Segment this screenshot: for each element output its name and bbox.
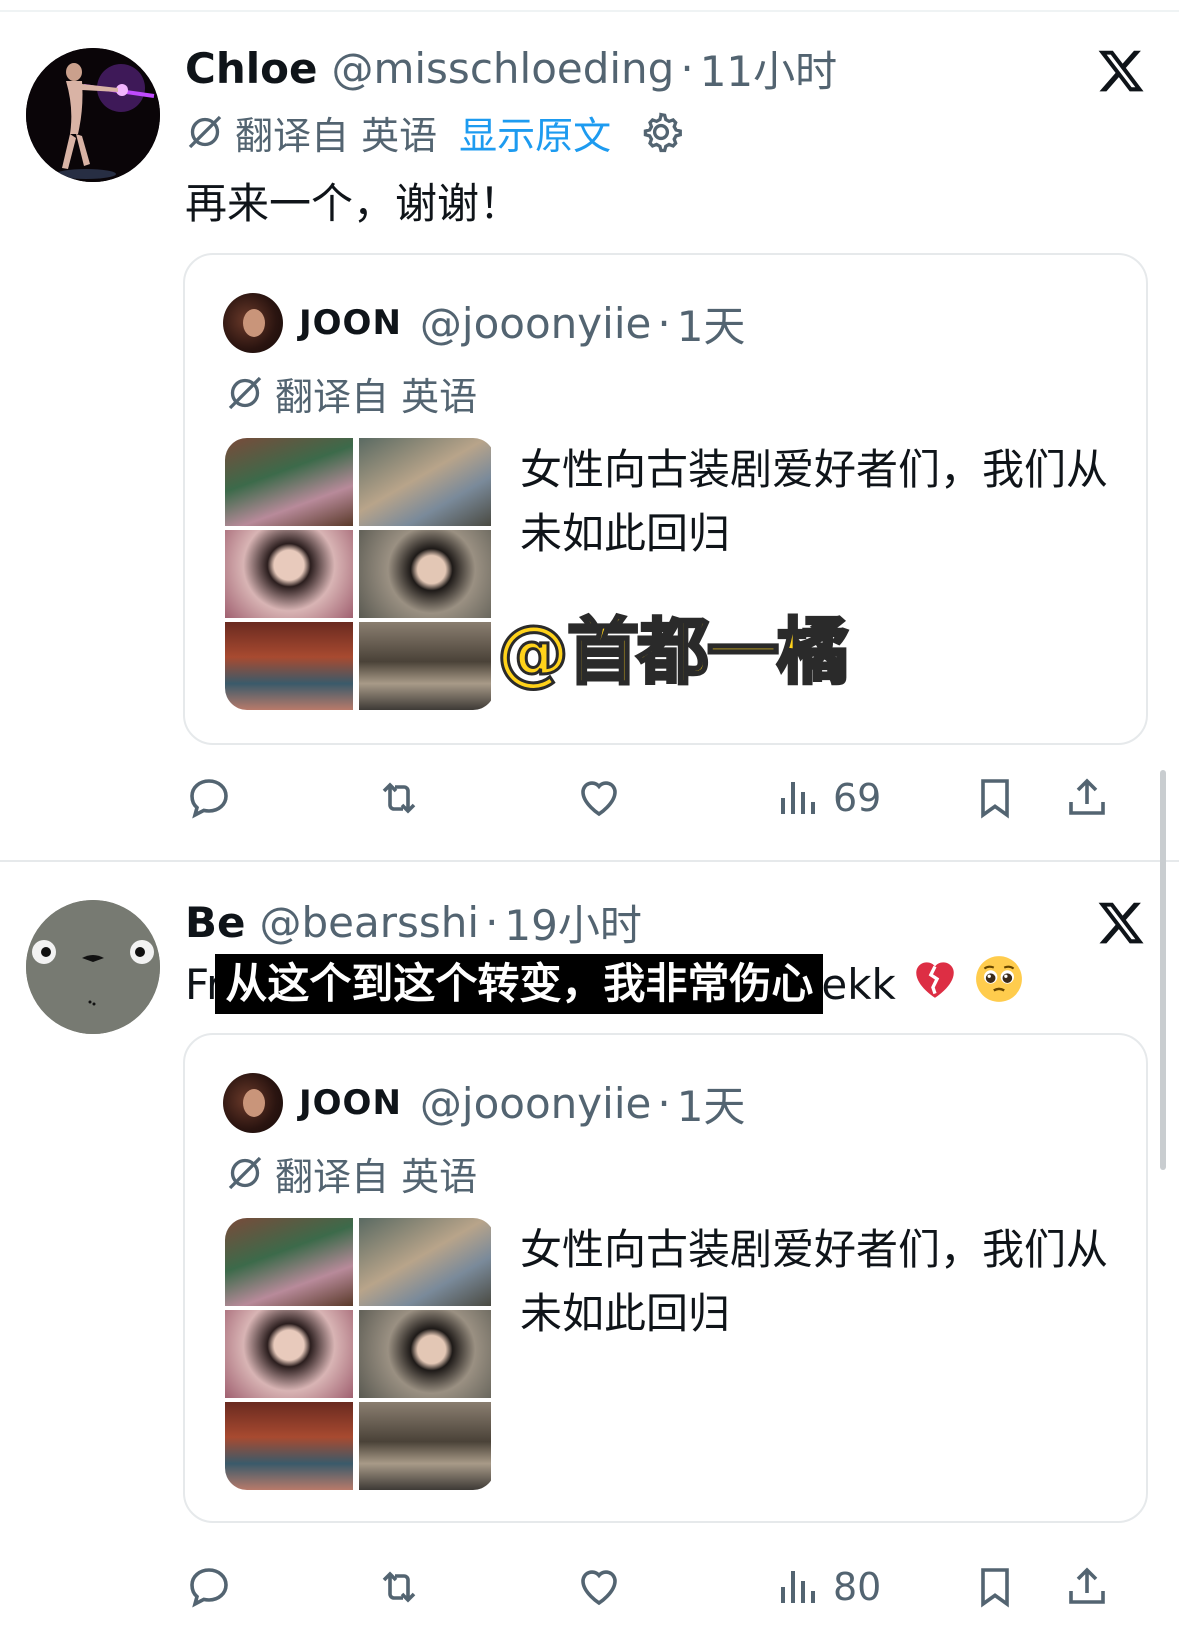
share-button[interactable]	[1063, 1559, 1111, 1615]
quoted-translation-info: 翻译自 英语	[225, 1145, 477, 1201]
tweet-header: Chloe @misschloeding · 11小时	[185, 38, 837, 98]
views-button[interactable]: 80	[773, 1559, 881, 1615]
timestamp[interactable]: 19小时	[504, 892, 641, 953]
quoted-author-name[interactable]: JOON	[299, 1083, 402, 1123]
subtitle-overlay: 从这个到这个转变，我非常伤心	[215, 954, 824, 1014]
avatar[interactable]	[26, 900, 160, 1034]
quoted-tweet[interactable]: JOON @jooonyiie · 1天 翻译自 英语 女性向古装剧爱好者们，我…	[183, 253, 1148, 745]
avatar[interactable]	[26, 48, 160, 182]
retweet-icon	[382, 1571, 416, 1603]
x-logo-icon	[1098, 50, 1144, 92]
quoted-author-handle[interactable]: @jooonyiie	[420, 299, 651, 348]
quoted-tweet-text: 女性向古装剧爱好者们，我们从未如此回归	[520, 445, 1109, 558]
tweet-header: Be @bearsshi · 19小时	[185, 892, 642, 952]
translated-from-label: 翻译自 英语	[275, 1154, 478, 1199]
action-bar: 80	[185, 1559, 1145, 1615]
quoted-timestamp[interactable]: 1天	[677, 1073, 746, 1134]
views-icon	[781, 1571, 815, 1603]
views-button[interactable]: 69	[773, 770, 881, 826]
quoted-avatar[interactable]	[223, 1073, 283, 1133]
action-bar: 69	[185, 770, 1145, 826]
quoted-avatar[interactable]	[223, 293, 283, 353]
quoted-tweet-text: 女性向古装剧爱好者们，我们从未如此回归	[520, 1225, 1109, 1338]
author-name[interactable]: Chloe	[185, 44, 317, 93]
share-icon	[1069, 778, 1105, 815]
retweet-button[interactable]	[375, 770, 423, 826]
broken-heart-emoji	[910, 954, 960, 1014]
tweet-text: Fr 从这个到这个转变，我非常伤心 ekk	[185, 954, 1024, 1014]
quoted-tweet-header: JOON @jooonyiie · 1天	[223, 293, 745, 353]
quoted-author-name[interactable]: JOON	[299, 303, 402, 343]
quoted-media-image[interactable]	[225, 1218, 495, 1490]
author-handle[interactable]: @bearsshi	[260, 898, 480, 947]
translate-icon	[228, 376, 262, 410]
author-name[interactable]: Be	[185, 898, 246, 947]
reply-button[interactable]	[185, 770, 233, 826]
watermark-tag: @首都一橘	[495, 609, 850, 696]
translation-info: 翻译自 英语 显示原文	[185, 104, 683, 160]
quoted-tweet-header: JOON @jooonyiie · 1天	[223, 1073, 745, 1133]
scrollbar[interactable]	[1160, 770, 1166, 1170]
quoted-translation-info: 翻译自 英语	[225, 365, 477, 421]
retweet-button[interactable]	[375, 1559, 423, 1615]
reply-icon	[190, 1568, 228, 1608]
like-button[interactable]	[575, 770, 623, 826]
translate-icon	[228, 1156, 262, 1190]
show-original-link[interactable]: 显示原文	[459, 105, 611, 160]
views-icon	[781, 782, 815, 814]
separator-dot: ·	[657, 1078, 671, 1128]
translate-icon	[188, 115, 222, 149]
quoted-media-image[interactable]	[225, 438, 495, 710]
like-button[interactable]	[575, 1559, 623, 1615]
tweet-text: 再来一个，谢谢！	[185, 179, 522, 228]
bookmark-button[interactable]	[971, 1559, 1019, 1615]
quoted-tweet[interactable]: JOON @jooonyiie · 1天 翻译自 英语 女性向古装剧爱好者们，我…	[183, 1033, 1148, 1523]
timestamp[interactable]: 11小时	[700, 38, 837, 99]
separator-dot: ·	[680, 43, 694, 93]
share-icon	[1069, 1567, 1105, 1604]
separator-dot: ·	[657, 298, 671, 348]
bookmark-icon	[981, 1568, 1009, 1608]
tweet-item[interactable]: Chloe @misschloeding · 11小时 翻译自 英语 显示原文 …	[0, 0, 1179, 860]
quoted-timestamp[interactable]: 1天	[677, 293, 746, 354]
pleading-face-emoji	[974, 954, 1024, 1014]
gear-icon[interactable]	[639, 110, 683, 154]
translated-from-label: 翻译自 英语	[275, 374, 478, 419]
author-handle[interactable]: @misschloeding	[331, 44, 674, 93]
quoted-author-handle[interactable]: @jooonyiie	[420, 1079, 651, 1128]
heart-icon	[581, 781, 617, 817]
retweet-icon	[382, 782, 416, 814]
bookmark-icon	[981, 779, 1009, 819]
translated-from-label: 翻译自 英语	[235, 113, 438, 158]
x-logo-icon	[1098, 902, 1144, 944]
share-button[interactable]	[1063, 770, 1111, 826]
reply-button[interactable]	[185, 1559, 233, 1615]
reply-icon	[190, 779, 228, 819]
views-count: 80	[833, 1565, 882, 1609]
heart-icon	[581, 1570, 617, 1606]
bookmark-button[interactable]	[971, 770, 1019, 826]
views-count: 69	[833, 776, 882, 820]
tweet-item[interactable]: Be @bearsshi · 19小时 Fr 从这个到这个转变，我非常伤心 ek…	[0, 862, 1179, 1630]
separator-dot: ·	[485, 897, 499, 947]
tweet-text-suffix: ekk	[821, 959, 896, 1009]
